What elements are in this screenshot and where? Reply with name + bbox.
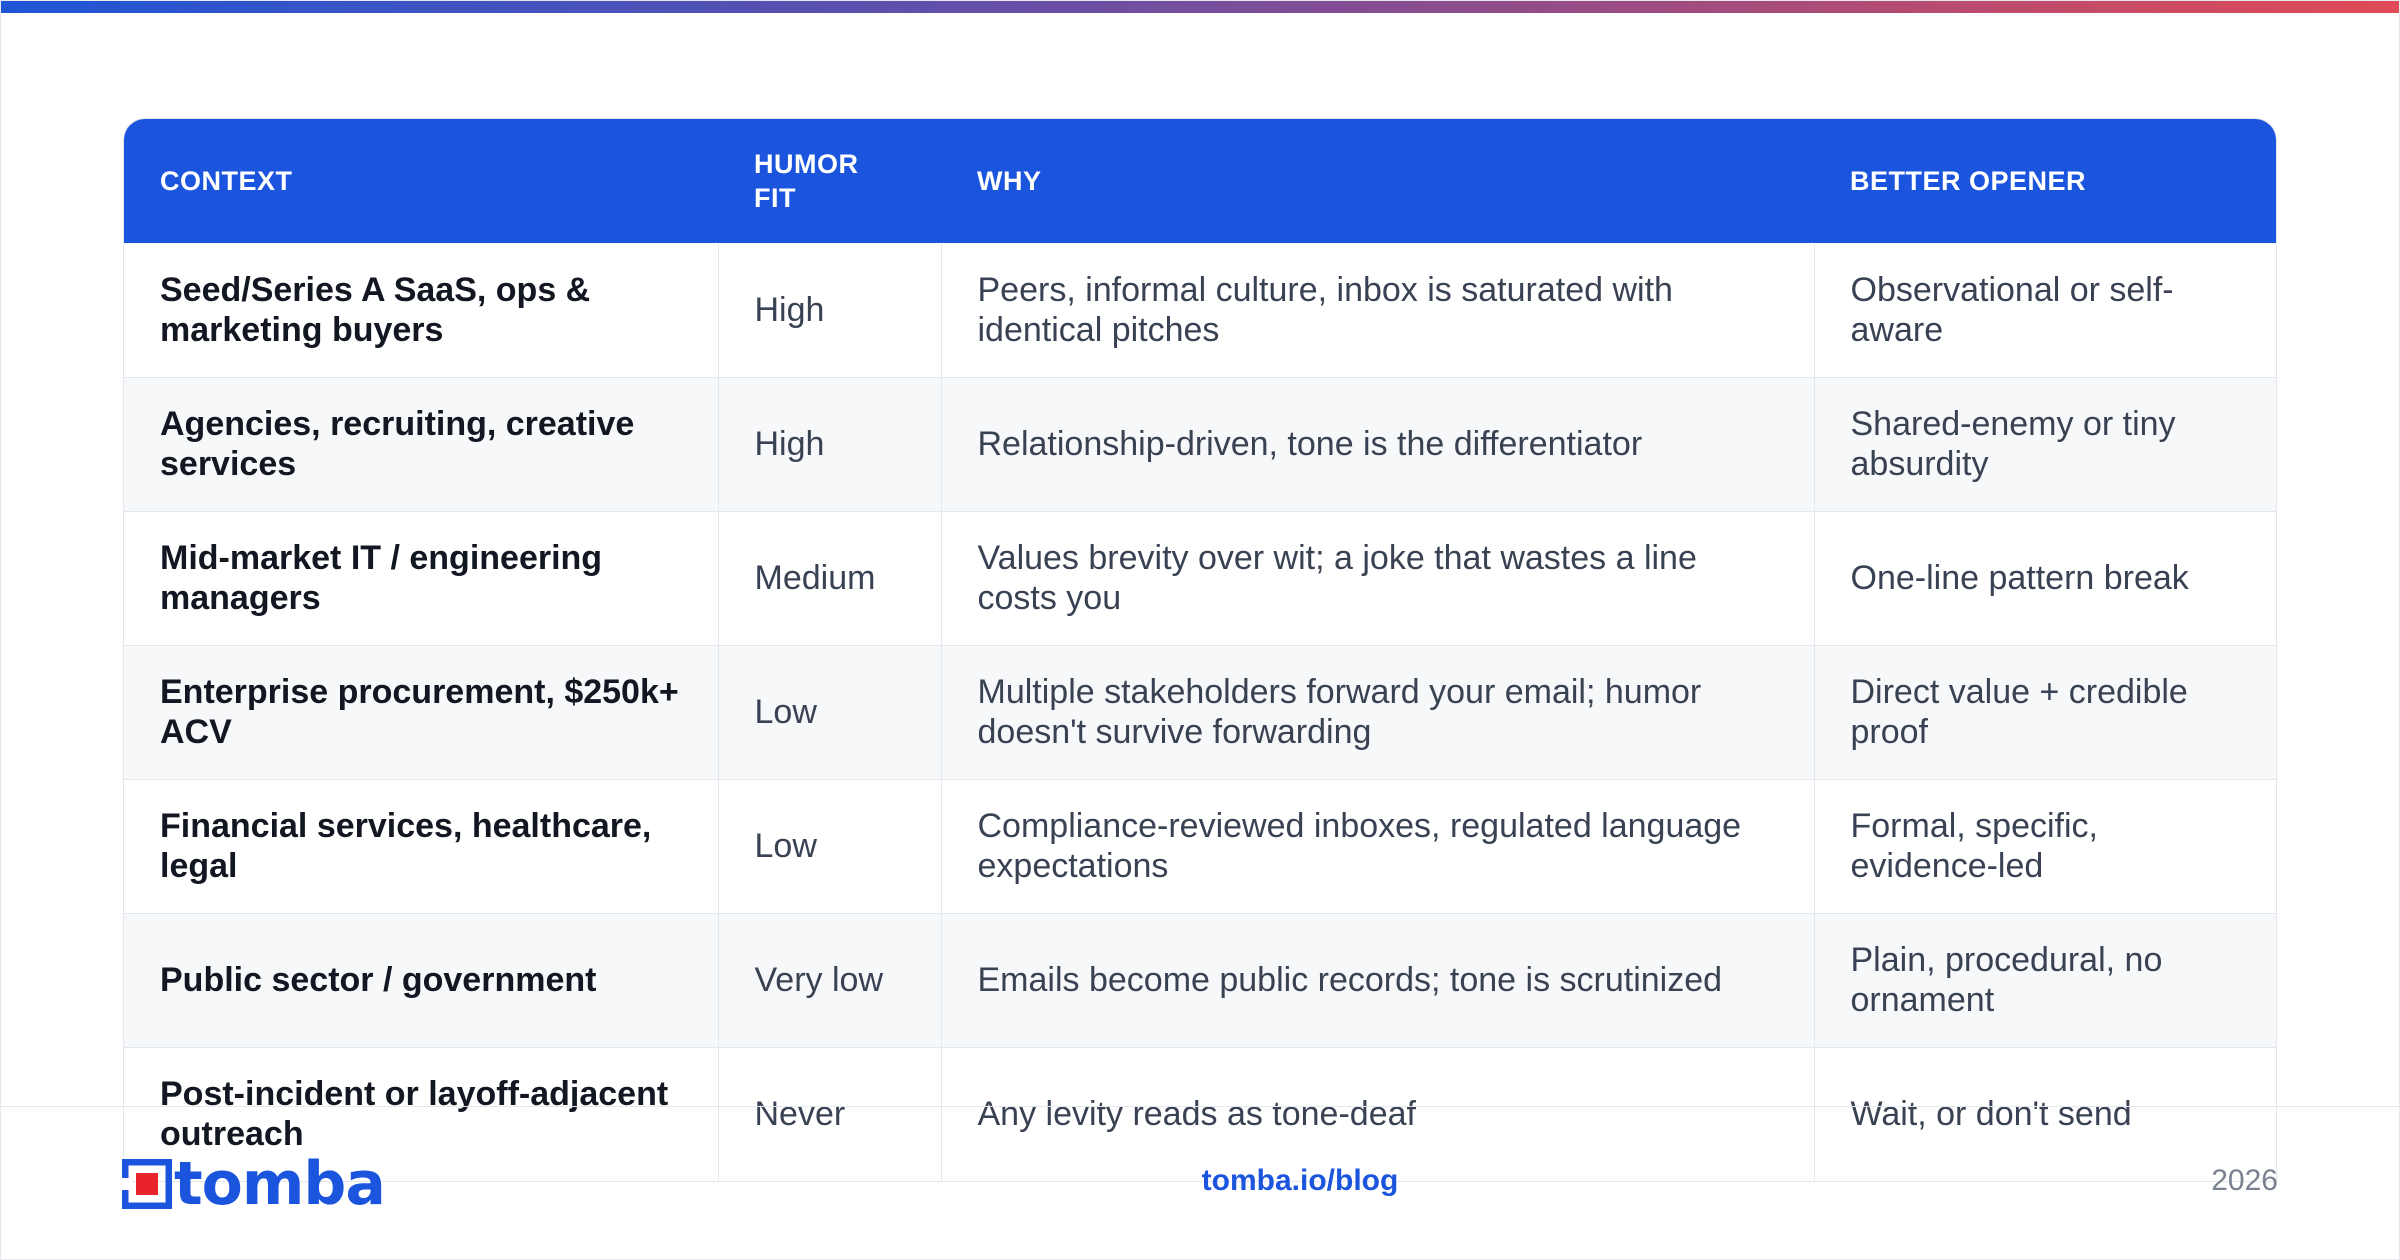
table-row: Seed/Series A SaaS, ops & marketing buye… <box>124 243 2276 378</box>
table-row: Public sector / government Very low Emai… <box>124 913 2276 1048</box>
cell-better-opener: One-line pattern break <box>1814 511 2276 646</box>
cell-humor-fit: Low <box>718 645 942 780</box>
cell-context: Seed/Series A SaaS, ops & marketing buye… <box>124 243 719 378</box>
table-row: Agencies, recruiting, creative services … <box>124 377 2276 512</box>
cell-better-opener: Formal, specific, evidence-led <box>1814 779 2276 914</box>
logo-wordmark: tomba <box>174 1149 386 1219</box>
footer-year: 2026 <box>2211 1164 2278 1197</box>
cell-better-opener: Shared-enemy or tiny absurdity <box>1814 377 2276 512</box>
cell-why: Compliance-reviewed inboxes, regulated l… <box>941 779 1815 914</box>
top-accent-bar <box>0 0 2400 13</box>
table-row: Mid-market IT / engineering managers Med… <box>124 511 2276 646</box>
cell-why: Multiple stakeholders forward your email… <box>941 645 1815 780</box>
cell-why: Any levity reads as tone-deaf <box>941 1047 1815 1182</box>
comparison-table: CONTEXT HUMOR FIT WHY BETTER OPENER Seed… <box>123 118 2277 1182</box>
header-context: CONTEXT <box>124 119 718 243</box>
cell-context: Mid-market IT / engineering managers <box>124 511 719 646</box>
cell-context: Financial services, healthcare, legal <box>124 779 719 914</box>
humor-fit-table: CONTEXT HUMOR FIT WHY BETTER OPENER Seed… <box>124 119 2276 1182</box>
cell-humor-fit: High <box>718 377 942 512</box>
cell-context: Public sector / government <box>124 913 719 1048</box>
cell-better-opener: Direct value + credible proof <box>1814 645 2276 780</box>
cell-context: Enterprise procurement, $250k+ ACV <box>124 645 719 780</box>
cell-humor-fit: Very low <box>718 913 942 1048</box>
tomba-logo[interactable]: tomba <box>122 1149 386 1219</box>
cell-why: Peers, informal culture, inbox is satura… <box>941 243 1815 378</box>
header-humor-fit: HUMOR FIT <box>718 119 941 243</box>
cell-why: Emails become public records; tone is sc… <box>941 913 1815 1048</box>
header-why: WHY <box>941 119 1814 243</box>
header-better-opener: BETTER OPENER <box>1814 119 2276 243</box>
cell-context: Agencies, recruiting, creative services <box>124 377 719 512</box>
table-row: Financial services, healthcare, legal Lo… <box>124 779 2276 914</box>
table-row: Post-incident or layoff-adjacent outreac… <box>124 1047 2276 1182</box>
cell-humor-fit: Never <box>718 1047 942 1182</box>
cell-better-opener: Plain, procedural, no ornament <box>1814 913 2276 1048</box>
cell-why: Relationship-driven, tone is the differe… <box>941 377 1815 512</box>
cell-better-opener: Wait, or don't send <box>1814 1047 2276 1182</box>
blog-link[interactable]: tomba.io/blog <box>1100 1164 1500 1198</box>
table-header-row: CONTEXT HUMOR FIT WHY BETTER OPENER <box>124 119 2276 243</box>
cell-humor-fit: Low <box>718 779 942 914</box>
footer-divider <box>0 1106 2400 1107</box>
cell-humor-fit: High <box>718 243 942 378</box>
cell-humor-fit: Medium <box>718 511 942 646</box>
cell-why: Values brevity over wit; a joke that was… <box>941 511 1815 646</box>
cell-better-opener: Observational or self-aware <box>1814 243 2276 378</box>
table-row: Enterprise procurement, $250k+ ACV Low M… <box>124 645 2276 780</box>
tomba-logo-icon <box>122 1159 172 1209</box>
